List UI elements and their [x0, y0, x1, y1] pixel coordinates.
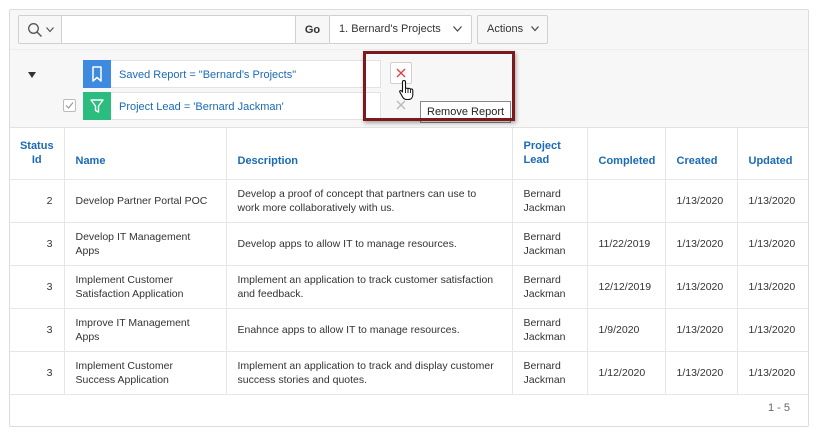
cell-description: Enahnce apps to allow IT to manage resou… — [226, 308, 513, 352]
chevron-down-icon — [531, 26, 539, 32]
cell-description: Develop a proof of concept that partners… — [226, 179, 513, 223]
cell-project-lead: Bernard Jackman — [512, 351, 588, 395]
column-header-description[interactable]: Description — [226, 128, 513, 180]
saved-report-icon-box — [83, 60, 111, 88]
search-column-menu[interactable] — [19, 16, 62, 43]
cell-status-id: 2 — [10, 179, 65, 223]
cell-name: Implement Customer Success Application — [64, 351, 227, 395]
cell-updated: 1/13/2020 — [737, 308, 808, 352]
table-header-row: Status Id Name Description Project Lead … — [10, 128, 808, 180]
column-header-updated[interactable]: Updated — [737, 128, 808, 180]
cell-project-lead: Bernard Jackman — [512, 308, 588, 352]
actions-menu-button[interactable]: Actions — [477, 15, 548, 44]
cell-description: Develop apps to allow IT to manage resou… — [226, 222, 513, 266]
column-header-project-lead[interactable]: Project Lead — [512, 128, 588, 180]
collapse-settings-toggle[interactable] — [28, 72, 36, 78]
cell-created: 1/13/2020 — [665, 265, 738, 309]
cell-name: Develop IT Management Apps — [64, 222, 227, 266]
cell-completed: 1/9/2020 — [587, 308, 666, 352]
remove-report-tooltip: Remove Report — [420, 101, 512, 123]
cell-updated: 1/13/2020 — [737, 351, 808, 395]
column-header-status-id[interactable]: Status Id — [10, 128, 65, 180]
cell-created: 1/13/2020 — [665, 179, 738, 223]
filter-icon-box — [83, 92, 111, 120]
cell-project-lead: Bernard Jackman — [512, 265, 588, 309]
cell-updated: 1/13/2020 — [737, 179, 808, 223]
cell-updated: 1/13/2020 — [737, 265, 808, 309]
column-header-name[interactable]: Name — [64, 128, 227, 180]
saved-report-label[interactable]: Saved Report = "Bernard's Projects" — [111, 60, 381, 88]
cell-completed: 1/12/2020 — [587, 351, 666, 395]
cell-name: Develop Partner Portal POC — [64, 179, 227, 223]
cell-created: 1/13/2020 — [665, 351, 738, 395]
saved-report-select-value: 1. Bernard's Projects — [339, 23, 441, 35]
cell-status-id: 3 — [10, 308, 65, 352]
pagination-range: 1 - 5 — [767, 402, 790, 414]
cell-completed — [587, 179, 666, 223]
table-row: 3 Develop IT Management Apps Develop app… — [10, 222, 808, 266]
table-row: 3 Implement Customer Success Application… — [10, 351, 808, 395]
cell-status-id: 3 — [10, 222, 65, 266]
column-header-completed[interactable]: Completed — [587, 128, 666, 180]
column-header-created[interactable]: Created — [665, 128, 738, 180]
saved-report-setting: Saved Report = "Bernard's Projects" — [83, 60, 381, 88]
hand-cursor-icon — [399, 79, 414, 101]
cell-completed: 11/22/2019 — [587, 222, 666, 266]
chevron-down-icon — [453, 26, 462, 32]
cell-created: 1/13/2020 — [665, 308, 738, 352]
cell-created: 1/13/2020 — [665, 222, 738, 266]
cell-description: Implement an application to track and di… — [226, 351, 513, 395]
table-row: 3 Implement Customer Satisfaction Applic… — [10, 265, 808, 309]
checkbox-icon — [65, 102, 74, 109]
filter-icon — [90, 99, 104, 113]
saved-report-select[interactable]: 1. Bernard's Projects — [329, 15, 472, 44]
actions-label: Actions — [487, 23, 524, 35]
interactive-report-region: Go 1. Bernard's Projects Actions Saved R… — [9, 9, 809, 427]
project-lead-filter-label[interactable]: Project Lead = 'Bernard Jackman' — [111, 92, 381, 120]
table-row: 3 Improve IT Management Apps Enahnce app… — [10, 308, 808, 352]
filter-enable-checkbox[interactable] — [63, 99, 76, 112]
cell-updated: 1/13/2020 — [737, 222, 808, 266]
search-icon — [28, 23, 42, 37]
cell-name: Implement Customer Satisfaction Applicat… — [64, 265, 227, 309]
cell-description: Implement an application to track custom… — [226, 265, 513, 309]
report-table: Status Id Name Description Project Lead … — [10, 128, 808, 395]
search-group: Go — [18, 15, 330, 44]
cell-project-lead: Bernard Jackman — [512, 222, 588, 266]
bookmark-icon — [92, 66, 102, 82]
cell-status-id: 3 — [10, 351, 65, 395]
search-input[interactable] — [62, 16, 295, 43]
chevron-down-icon — [46, 27, 54, 33]
cell-name: Improve IT Management Apps — [64, 308, 227, 352]
go-button[interactable]: Go — [295, 16, 329, 43]
report-toolbar: Go 1. Bernard's Projects Actions — [10, 10, 808, 50]
cell-project-lead: Bernard Jackman — [512, 179, 588, 223]
project-lead-filter: Project Lead = 'Bernard Jackman' — [83, 92, 381, 120]
table-row: 2 Develop Partner Portal POC Develop a p… — [10, 179, 808, 223]
cell-status-id: 3 — [10, 265, 65, 309]
cell-completed: 12/12/2019 — [587, 265, 666, 309]
